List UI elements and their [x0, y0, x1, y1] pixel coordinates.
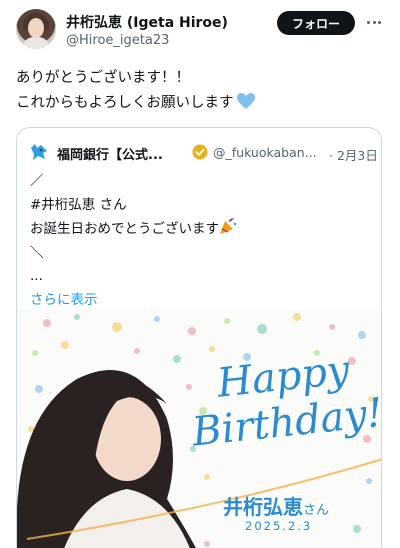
more-icon[interactable] — [364, 12, 384, 32]
tweet-line-2: これからもよろしくお願いします — [16, 95, 234, 111]
quoted-author-name[interactable]: 福岡銀行【公式... — [57, 144, 163, 163]
quoted-tweet-card[interactable]: 福岡銀行【公式... @_fukuokaban... · 2月3日 ／ #井桁弘… — [16, 127, 382, 548]
tweet-text: ありがとうございます！！ これからもよろしくお願いします — [16, 66, 386, 116]
birthday-name: 井桁弘恵さん — [223, 491, 329, 520]
tweet-line-1: ありがとうございます！！ — [16, 70, 190, 86]
avatar[interactable] — [16, 9, 56, 49]
verified-badge-icon — [192, 144, 208, 160]
quoted-line-3: お誕生日おめでとうございます — [30, 221, 219, 237]
quoted-author-handle[interactable]: @_fukuokaban... — [213, 145, 317, 160]
quoted-line-1: ／ — [30, 173, 44, 189]
quoted-text: ／ #井桁弘恵 さん お誕生日おめでとうございます ＼ ... さらに表示 — [30, 170, 370, 312]
quoted-header: 福岡銀行【公式... @_fukuokaban... · 2月3日 — [29, 142, 378, 164]
birthday-name-suffix: さん — [303, 503, 330, 518]
party-popper-icon — [220, 218, 237, 234]
quoted-line-5: ... — [30, 268, 43, 284]
tweet-header: 井桁弘恵 (Igeta Hiroe) @Hiroe_igeta23 フォロー — [0, 0, 400, 60]
birthday-image[interactable]: Happy Birthday! 井桁弘恵さん 2025.2.3 — [17, 309, 381, 548]
author-handle[interactable]: @Hiroe_igeta23 — [66, 33, 169, 48]
quoted-date[interactable]: · 2月3日 — [329, 145, 378, 164]
bank-logo-icon — [31, 144, 47, 160]
quoted-line-4: ＼ — [30, 244, 44, 261]
birthday-date: 2025.2.3 — [245, 519, 313, 533]
birthday-name-text: 井桁弘恵 — [223, 495, 303, 519]
quoted-line-2: #井桁弘恵 さん — [30, 196, 127, 213]
quoted-line-3-wrap: お誕生日おめでとうございます — [30, 217, 370, 242]
heart-icon — [236, 93, 255, 109]
birthday-title: Happy Birthday! — [190, 344, 381, 455]
author-name[interactable]: 井桁弘恵 (Igeta Hiroe) — [66, 12, 228, 32]
follow-button[interactable]: フォロー — [277, 11, 355, 35]
tweet-line-2-wrap: これからもよろしくお願いします — [16, 91, 386, 116]
